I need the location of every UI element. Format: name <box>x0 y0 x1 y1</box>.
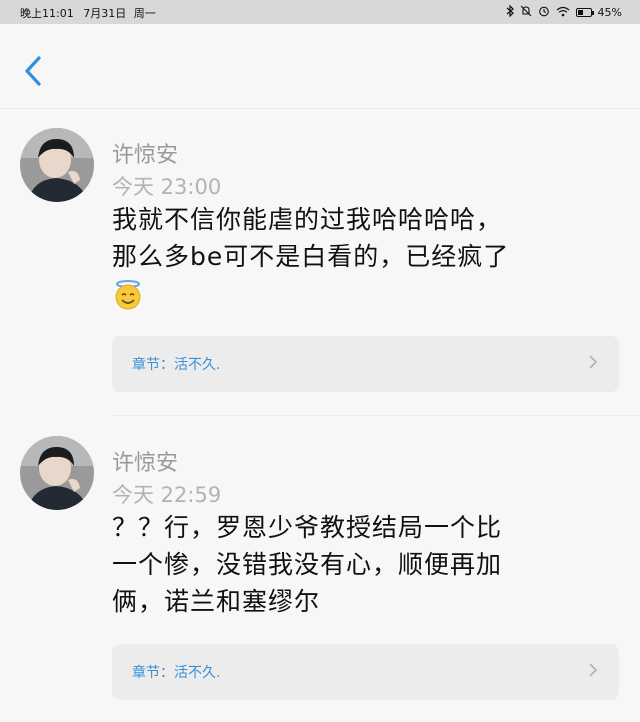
comment-username[interactable]: 许惊安 <box>112 137 178 169</box>
comment-line: 一个惨，没错我没有心，顺便再加 <box>112 550 503 579</box>
comment-time: 今天 23:00 <box>112 175 222 199</box>
avatar[interactable] <box>20 436 94 510</box>
top-header <box>0 24 640 109</box>
back-button[interactable] <box>22 55 44 87</box>
comment-text: ？？行，罗恩少爷教授结局一个比 一个惨，没错我没有心，顺便再加 俩，诺兰和塞缪尔 <box>112 509 617 620</box>
comment-line: 那么多be可不是白看的，已经疯了 <box>112 242 510 271</box>
comment-text: 我就不信你能虐的过我哈哈哈哈， 那么多be可不是白看的，已经疯了 <box>112 201 617 312</box>
comment-line: 我就不信你能虐的过我哈哈哈哈， <box>112 205 503 234</box>
comment-divider <box>112 415 640 416</box>
silent-icon <box>520 5 532 19</box>
chevron-right-icon <box>589 355 598 373</box>
comment-line: 俩，诺兰和塞缪尔 <box>112 587 321 616</box>
alarm-icon <box>538 5 550 19</box>
comment-emoji <box>112 275 617 312</box>
comment-line: ？？行，罗恩少爷教授结局一个比 <box>112 513 503 542</box>
battery-icon <box>575 7 594 17</box>
chapter-label: 章节：活不久. <box>132 665 221 681</box>
status-time: 晚上11:01 <box>20 7 74 20</box>
comment-username[interactable]: 许惊安 <box>112 445 178 477</box>
smiling-face-with-halo-icon <box>115 280 141 310</box>
chevron-left-icon <box>25 56 41 86</box>
chapter-link[interactable]: 章节：活不久. <box>112 336 619 392</box>
chapter-link[interactable]: 章节：活不久. <box>112 644 619 700</box>
comment-time: 今天 22:59 <box>112 483 222 507</box>
chapter-label: 章节：活不久. <box>132 357 221 373</box>
status-weekday: 周一 <box>133 7 156 20</box>
battery-percent: 45% <box>597 5 622 19</box>
status-bar-left: 晚上11:01 7月31日 周一 <box>20 5 156 21</box>
bluetooth-icon <box>506 4 514 19</box>
avatar[interactable] <box>20 128 94 202</box>
status-bar-right: 45% <box>506 4 622 19</box>
status-bar: 晚上11:01 7月31日 周一 45% <box>0 0 640 24</box>
wifi-icon <box>556 6 570 19</box>
chevron-right-icon <box>589 663 598 681</box>
status-date: 7月31日 <box>83 7 127 20</box>
